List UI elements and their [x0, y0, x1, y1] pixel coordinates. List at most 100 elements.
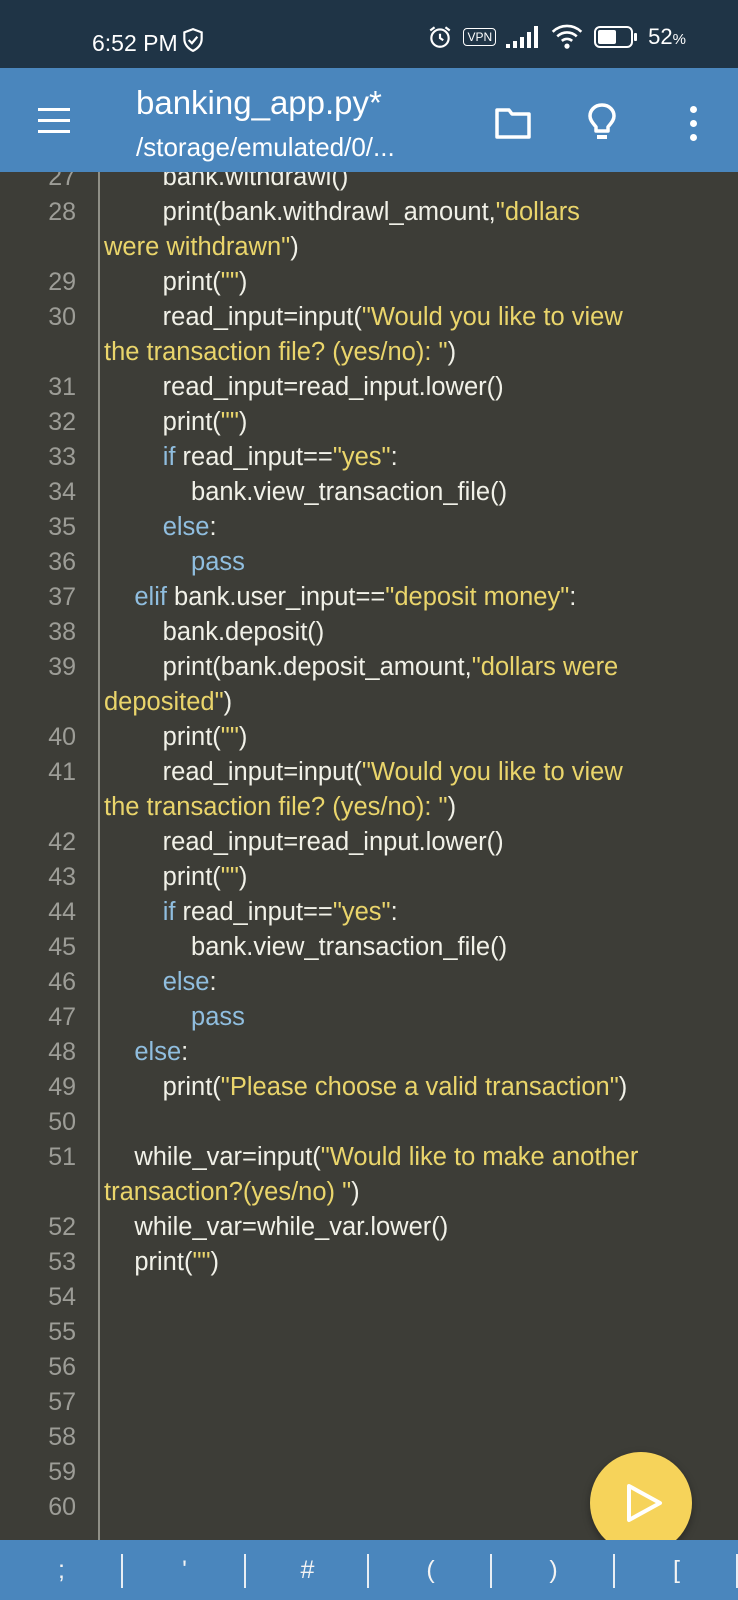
- code-token: "yes": [332, 898, 391, 926]
- code-line[interactable]: 36 pass: [0, 545, 738, 580]
- code-token: if: [162, 443, 176, 471]
- line-number: 44: [48, 898, 76, 926]
- code-line[interactable]: 52 while_var=while_var.lower(): [0, 1210, 738, 1245]
- run-button[interactable]: [590, 1452, 692, 1554]
- code-line[interactable]: 33 if read_input=="yes":: [0, 440, 738, 475]
- code-line[interactable]: 55: [0, 1315, 738, 1350]
- code-line[interactable]: 39 print(bank.deposit_amount,"dollars we…: [0, 650, 738, 720]
- menu-icon[interactable]: [38, 108, 70, 134]
- wifi-icon: [551, 24, 583, 49]
- symbol-key[interactable]: ': [123, 1540, 246, 1600]
- code-token: "": [192, 1248, 211, 1276]
- code-token: print(: [106, 1248, 193, 1276]
- code-token: read_input=read_input.lower(): [106, 828, 504, 856]
- battery-percent: 52%: [648, 24, 686, 50]
- more-vert-icon[interactable]: [688, 106, 698, 142]
- code-line[interactable]: 29 print(""): [0, 265, 738, 300]
- code-token: "": [220, 863, 239, 891]
- code-line[interactable]: 44 if read_input=="yes":: [0, 895, 738, 930]
- code-token: if: [162, 898, 176, 926]
- code-line[interactable]: 54: [0, 1280, 738, 1315]
- symbol-key[interactable]: ;: [0, 1540, 123, 1600]
- code-token: ): [210, 1248, 220, 1276]
- code-token: bank.withdrawl(): [106, 172, 349, 191]
- folder-icon[interactable]: [494, 106, 532, 140]
- code-editor[interactable]: 27 bank.withdrawl() 28 print(bank.withdra…: [0, 172, 738, 1540]
- line-number: 59: [48, 1458, 76, 1486]
- code-token: ): [238, 863, 248, 891]
- code-line[interactable]: 51 while_var=input("Would like to make a…: [0, 1140, 738, 1210]
- code-token: print(: [106, 723, 221, 751]
- code-line[interactable]: 58: [0, 1420, 738, 1455]
- battery-value: 52: [648, 24, 673, 49]
- code-line[interactable]: 45 bank.view_transaction_file(): [0, 930, 738, 965]
- code-line[interactable]: 40 print(""): [0, 720, 738, 755]
- symbol-key[interactable]: (: [369, 1540, 492, 1600]
- code-line[interactable]: 35 else:: [0, 510, 738, 545]
- code-line[interactable]: 47 pass: [0, 1000, 738, 1035]
- code-token: pass: [191, 1003, 245, 1031]
- signal-icon: [506, 26, 539, 48]
- line-number: 43: [48, 863, 76, 891]
- code-line[interactable]: 48 else:: [0, 1035, 738, 1070]
- code-token: "Please choose a valid transaction": [220, 1073, 619, 1101]
- code-line[interactable]: 50: [0, 1105, 738, 1140]
- code-token: read_input==: [175, 443, 333, 471]
- symbol-key[interactable]: #: [246, 1540, 369, 1600]
- play-icon: [627, 1484, 662, 1522]
- line-number: 32: [48, 408, 76, 436]
- code-line[interactable]: 43 print(""): [0, 860, 738, 895]
- code-token: ): [238, 723, 248, 751]
- code-token: :: [181, 1038, 189, 1066]
- code-line[interactable]: 28 print(bank.withdrawl_amount,"dollars w…: [0, 195, 738, 265]
- code-token: ): [238, 408, 248, 436]
- code-token: while_var=while_var.lower(): [106, 1213, 449, 1241]
- code-line[interactable]: 49 print("Please choose a valid transact…: [0, 1070, 738, 1105]
- code-token: read_input==: [175, 898, 333, 926]
- status-bar: 6:52 PM VPN 52%: [0, 0, 738, 68]
- code-token: :: [209, 968, 217, 996]
- code-line[interactable]: 42 read_input=read_input.lower(): [0, 825, 738, 860]
- line-number: 31: [48, 373, 76, 401]
- symbol-key[interactable]: [: [615, 1540, 738, 1600]
- code-line[interactable]: 30 read_input=input("Would you like to v…: [0, 300, 738, 370]
- code-line[interactable]: 53 print(""): [0, 1245, 738, 1280]
- code-token: the transaction file? (yes/no): ": [104, 338, 448, 366]
- code-token: print(: [106, 268, 221, 296]
- code-token: while_var=input(: [106, 1143, 321, 1171]
- code-line[interactable]: 57: [0, 1385, 738, 1420]
- code-line[interactable]: 27 bank.withdrawl(): [0, 172, 738, 195]
- code-token: :: [390, 898, 398, 926]
- battery-icon: [594, 26, 638, 48]
- code-token: bank.user_input==: [166, 583, 386, 611]
- line-number: 34: [48, 478, 76, 506]
- code-line[interactable]: 38 bank.deposit(): [0, 615, 738, 650]
- lightbulb-icon[interactable]: [586, 102, 618, 142]
- symbol-key[interactable]: ): [492, 1540, 615, 1600]
- line-number: 33: [48, 443, 76, 471]
- code-line[interactable]: 56: [0, 1350, 738, 1385]
- code-token: print(bank.withdrawl_amount,: [106, 198, 496, 226]
- code-token: read_input=read_input.lower(): [106, 373, 504, 401]
- file-path: /storage/emulated/0/...: [136, 132, 395, 162]
- code-token: bank.view_transaction_file(): [106, 933, 508, 961]
- code-line[interactable]: 37 elif bank.user_input=="deposit money"…: [0, 580, 738, 615]
- code-line[interactable]: 32 print(""): [0, 405, 738, 440]
- code-line[interactable]: 34 bank.view_transaction_file(): [0, 475, 738, 510]
- code-area[interactable]: 27 bank.withdrawl() 28 print(bank.withdra…: [0, 172, 738, 1525]
- line-number: 52: [48, 1213, 76, 1241]
- line-number: 41: [48, 758, 76, 786]
- code-token: print(: [106, 863, 221, 891]
- code-line[interactable]: 41 read_input=input("Would you like to v…: [0, 755, 738, 825]
- code-token: "": [220, 408, 239, 436]
- code-token: elif: [134, 583, 167, 611]
- line-number: 55: [48, 1318, 76, 1346]
- code-token: "Would you like to view: [361, 303, 623, 331]
- line-number: 56: [48, 1353, 76, 1381]
- code-line[interactable]: 31 read_input=read_input.lower(): [0, 370, 738, 405]
- code-line[interactable]: 46 else:: [0, 965, 738, 1000]
